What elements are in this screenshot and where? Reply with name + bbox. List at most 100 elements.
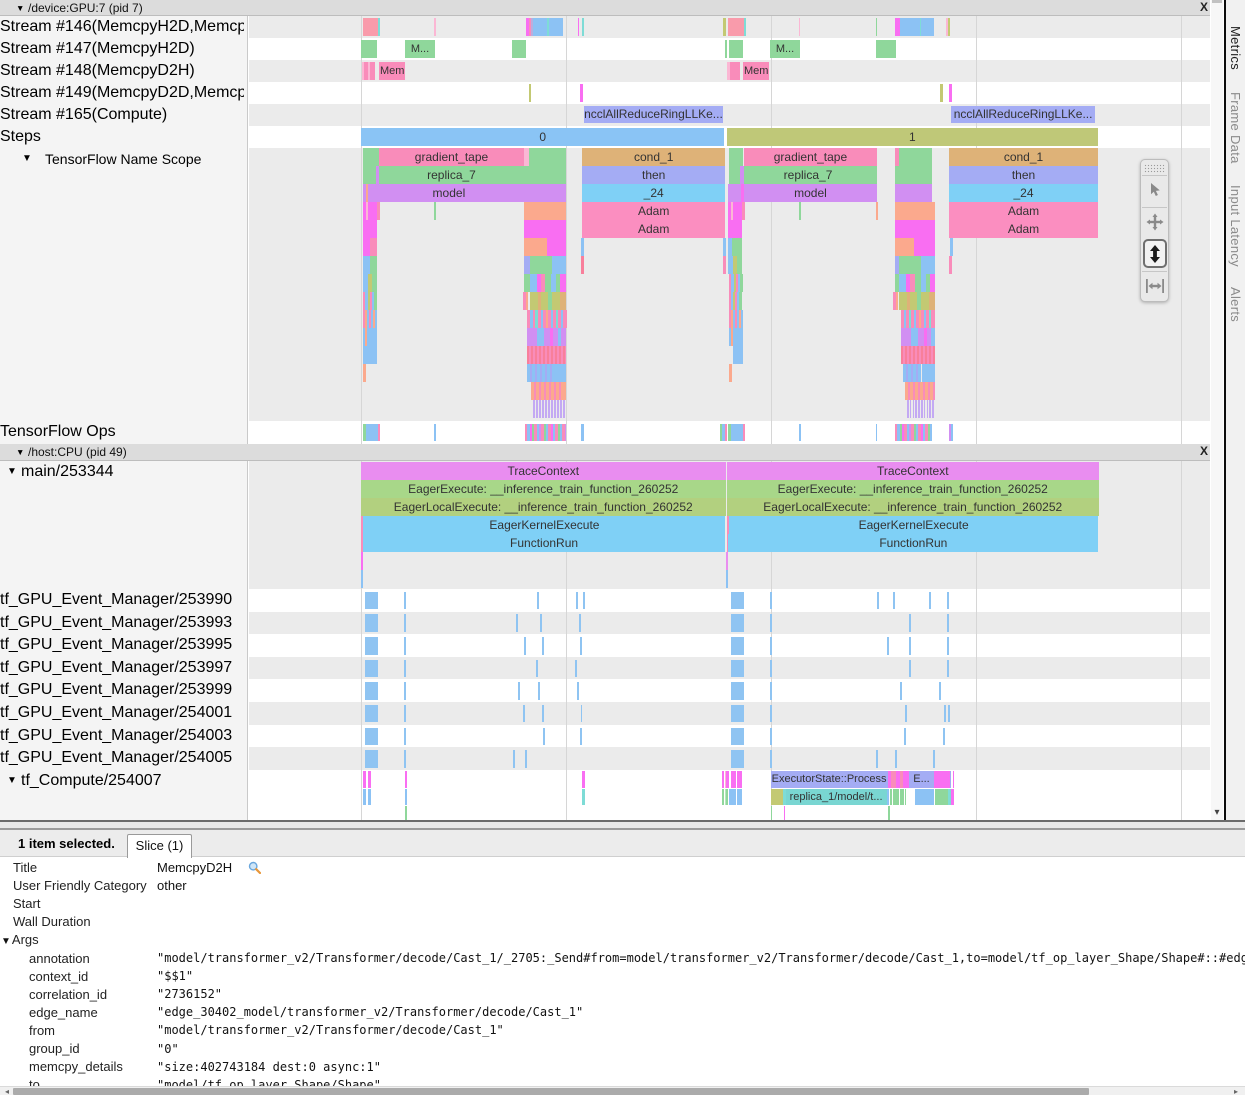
trace-slice[interactable] — [895, 202, 936, 220]
track-lane[interactable] — [249, 747, 1210, 770]
trace-slice[interactable] — [729, 364, 732, 382]
close-icon[interactable]: X — [1196, 444, 1210, 458]
selection-tool[interactable] — [1142, 175, 1167, 204]
collapse-arrow-icon[interactable]: ▼ — [7, 466, 17, 478]
trace-slice[interactable] — [368, 789, 371, 806]
trace-slice[interactable] — [404, 614, 406, 632]
trace-slice[interactable] — [726, 570, 728, 588]
trace-slice[interactable] — [731, 750, 745, 768]
track-lane[interactable] — [249, 589, 1210, 612]
trace-slice[interactable] — [723, 256, 726, 274]
trace-slice[interactable] — [375, 310, 377, 328]
trace-slice-mem[interactable]: Mem — [379, 62, 405, 80]
trace-slice[interactable] — [731, 637, 745, 655]
trace-slice[interactable] — [404, 705, 406, 723]
trace-slice[interactable] — [770, 660, 772, 678]
trace-slice[interactable] — [576, 592, 578, 610]
trace-slice[interactable] — [372, 274, 377, 292]
trace-slice[interactable] — [930, 274, 935, 292]
trace-slice-ncclallreduceringllke-[interactable]: ncclAllReduceRingLLKe... — [951, 106, 1095, 124]
trace-slice[interactable] — [365, 682, 378, 700]
trace-slice[interactable] — [770, 682, 772, 700]
trace-slice[interactable] — [365, 592, 378, 610]
track-row-tf-compute-254007[interactable]: ▼tf_Compute/254007 — [0, 770, 1210, 820]
trace-slice[interactable] — [361, 552, 363, 570]
collapse-arrow-icon[interactable]: ▼ — [16, 447, 24, 457]
trace-slice[interactable] — [904, 728, 906, 746]
trace-slice[interactable] — [731, 424, 743, 441]
trace-slice[interactable] — [737, 789, 742, 806]
trace-slice[interactable] — [900, 18, 920, 36]
trace-slice-cond-1[interactable]: cond_1 — [949, 148, 1098, 166]
trace-slice[interactable] — [731, 592, 745, 610]
trace-slice[interactable] — [542, 637, 544, 655]
trace-slice[interactable] — [367, 328, 377, 346]
trace-slice[interactable] — [434, 424, 436, 441]
track-row-tf-gpu-event-manager-253999[interactable]: tf_GPU_Event_Manager/253999 — [0, 679, 1210, 702]
trace-slice[interactable] — [729, 40, 743, 58]
close-icon[interactable]: X — [1196, 0, 1210, 14]
scroll-left-icon[interactable]: ◂ — [2, 1087, 12, 1095]
trace-slice[interactable] — [527, 328, 537, 346]
trace-slice[interactable] — [530, 292, 538, 310]
trace-slice[interactable] — [911, 328, 918, 346]
trace-slice[interactable] — [931, 328, 935, 346]
trace-slice[interactable] — [581, 238, 584, 256]
trace-slice[interactable] — [914, 238, 935, 256]
trace-slice[interactable] — [542, 400, 544, 418]
trace-slice[interactable] — [900, 789, 904, 806]
trace-slice[interactable] — [565, 424, 566, 441]
trace-slice[interactable] — [770, 614, 772, 632]
trace-slice[interactable] — [893, 789, 899, 806]
trace-slice[interactable] — [929, 400, 931, 418]
trace-slice[interactable] — [365, 728, 378, 746]
trace-slice[interactable] — [363, 238, 370, 256]
trace-slice[interactable] — [895, 220, 936, 238]
trace-slice[interactable] — [915, 400, 917, 418]
trace-slice[interactable] — [771, 789, 784, 806]
trace-slice[interactable] — [951, 424, 953, 441]
trace-slice-functionrun[interactable]: FunctionRun — [363, 534, 726, 552]
side-tab-alerts[interactable]: Alerts — [1228, 287, 1243, 322]
trace-slice[interactable] — [943, 728, 945, 746]
vertical-scrollbar[interactable]: ▾ — [1211, 0, 1223, 820]
trace-slice[interactable] — [947, 614, 949, 632]
trace-slice[interactable] — [575, 660, 577, 678]
trace-slice[interactable] — [924, 400, 926, 418]
trace-slice[interactable] — [948, 18, 950, 36]
trace-slice[interactable] — [730, 62, 740, 80]
trace-slice-functionrun[interactable]: FunctionRun — [728, 534, 1098, 552]
trace-slice[interactable] — [921, 400, 923, 418]
trace-slice-replica-7[interactable]: replica_7 — [379, 166, 524, 184]
track-row-stream-149-memcpyd2d-memcpyh2d-[interactable]: Stream #149(MemcpyD2D,MemcpyH2D) — [0, 82, 1210, 104]
track-lane[interactable] — [249, 612, 1210, 635]
trace-slice[interactable] — [876, 424, 878, 441]
trace-slice[interactable] — [770, 592, 772, 610]
trace-slice[interactable] — [939, 682, 941, 700]
trace-slice[interactable] — [580, 637, 582, 655]
trace-slice[interactable] — [910, 292, 917, 310]
trace-slice[interactable] — [901, 328, 911, 346]
trace-slice[interactable] — [524, 238, 547, 256]
trace-slice[interactable] — [536, 660, 538, 678]
trace-slice[interactable] — [733, 202, 742, 220]
trace-slice[interactable] — [545, 400, 547, 418]
trace-slice[interactable] — [404, 637, 406, 655]
trace-slice[interactable] — [525, 750, 527, 768]
trace-slice[interactable] — [516, 614, 518, 632]
trace-slice-0[interactable]: 0 — [361, 128, 724, 146]
trace-slice[interactable] — [365, 614, 378, 632]
track-row-tensorflow-ops[interactable]: TensorFlow Ops — [0, 421, 1210, 444]
trace-slice[interactable] — [933, 750, 935, 768]
trace-slice-replica-7[interactable]: replica_7 — [744, 166, 872, 184]
trace-slice[interactable] — [404, 592, 406, 610]
trace-slice[interactable] — [921, 256, 935, 274]
trace-slice[interactable] — [731, 771, 736, 789]
trace-slice[interactable] — [404, 660, 406, 678]
trace-slice-then[interactable]: then — [582, 166, 726, 184]
trace-slice[interactable] — [363, 346, 377, 364]
trace-slice[interactable] — [933, 346, 935, 364]
trace-slice[interactable] — [744, 18, 746, 36]
trace-slice[interactable] — [723, 238, 726, 256]
track-row-tf-gpu-event-manager-253990[interactable]: tf_GPU_Event_Manager/253990 — [0, 589, 1210, 612]
